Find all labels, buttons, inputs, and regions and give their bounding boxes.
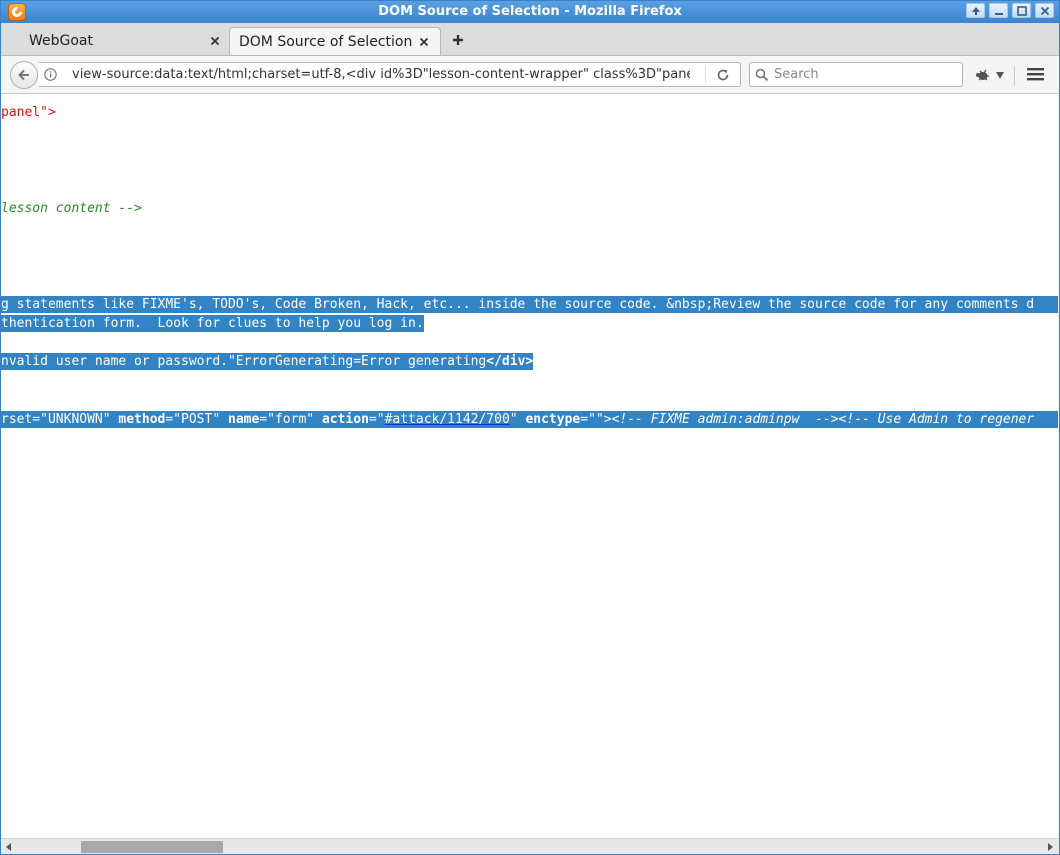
url-bar[interactable]: view-source:data:text/html;charset=utf-8… [39, 62, 741, 87]
attribute-value: " [509, 412, 526, 427]
scrollbar-thumb[interactable] [81, 841, 223, 853]
back-button[interactable] [10, 61, 38, 89]
reload-icon[interactable] [716, 68, 730, 82]
minimize-button[interactable] [989, 3, 1008, 18]
attribute-name: method [118, 412, 166, 427]
url-text[interactable]: view-source:data:text/html;charset=utf-8… [72, 67, 690, 82]
source-comment-line: lesson content --> [1, 201, 142, 216]
attribute-value: ="form" [259, 412, 322, 427]
attribute-name: action [321, 412, 369, 427]
bug-icon[interactable] [973, 68, 991, 82]
new-tab-icon[interactable] [450, 32, 466, 48]
scroll-right-icon[interactable] [1045, 842, 1055, 852]
selected-source-line: g statements like FIXME's, TODO's, Code … [1, 296, 1058, 313]
attribute-name: enctype [525, 412, 581, 427]
tab-bar: WebGoat DOM Source of Selection [1, 23, 1059, 56]
keep-above-button[interactable] [966, 3, 985, 18]
chevron-down-icon[interactable] [995, 70, 1005, 80]
search-bar[interactable]: Search [749, 62, 963, 87]
tab-dom-source[interactable]: DOM Source of Selection [229, 27, 441, 55]
attribute-name: name [228, 412, 260, 427]
fixme-comment: <!-- FIXME admin:adminpw --> [611, 412, 839, 427]
window-title: DOM Source of Selection - Mozilla Firefo… [378, 4, 682, 19]
selected-source-line: rset="UNKNOWN" method="POST" name="form"… [1, 411, 1058, 428]
view-source-content[interactable]: panel"> lesson content --> g statements … [1, 94, 1058, 838]
back-arrow-icon [18, 69, 29, 81]
source-line: panel"> [1, 104, 56, 121]
close-tab-icon[interactable] [209, 35, 221, 47]
navigation-bar: view-source:data:text/html;charset=utf-8… [1, 56, 1059, 94]
close-tab-icon[interactable] [418, 36, 430, 48]
search-icon [755, 68, 769, 82]
close-window-button[interactable] [1035, 3, 1054, 18]
tab-label: WebGoat [29, 33, 94, 49]
tab-webgoat[interactable]: WebGoat [5, 27, 227, 55]
source-text: rset="UNKNOWN" [1, 412, 119, 427]
site-info-icon[interactable] [44, 68, 57, 81]
tag-bracket: > [47, 105, 56, 120]
action-link[interactable]: #attack/1142/700 [385, 412, 510, 427]
attribute-value: =""> [580, 412, 612, 427]
source-text: nvalid user name or password."ErrorGener… [1, 354, 487, 369]
admin-comment: <!-- Use Admin to regener [838, 412, 1035, 427]
attribute-value: ="POST" [165, 412, 228, 427]
selected-source-line: thentication form. Look for clues to hel… [1, 315, 424, 332]
selected-source-line: nvalid user name or password."ErrorGener… [1, 353, 534, 370]
horizontal-scrollbar[interactable] [1, 838, 1059, 854]
browser-window: DOM Source of Selection - Mozilla Firefo… [0, 0, 1060, 855]
scroll-left-icon[interactable] [4, 842, 14, 852]
toolbar-separator [1014, 66, 1015, 86]
hamburger-menu-icon[interactable] [1027, 67, 1044, 81]
url-separator [705, 66, 706, 83]
search-placeholder: Search [774, 67, 819, 82]
title-bar: DOM Source of Selection - Mozilla Firefo… [1, 1, 1059, 23]
attribute-value: panel" [1, 105, 48, 120]
maximize-button[interactable] [1012, 3, 1031, 18]
tab-label: DOM Source of Selection [239, 34, 413, 50]
attribute-value: =" [368, 412, 385, 427]
closing-div-tag: </div> [486, 354, 534, 369]
